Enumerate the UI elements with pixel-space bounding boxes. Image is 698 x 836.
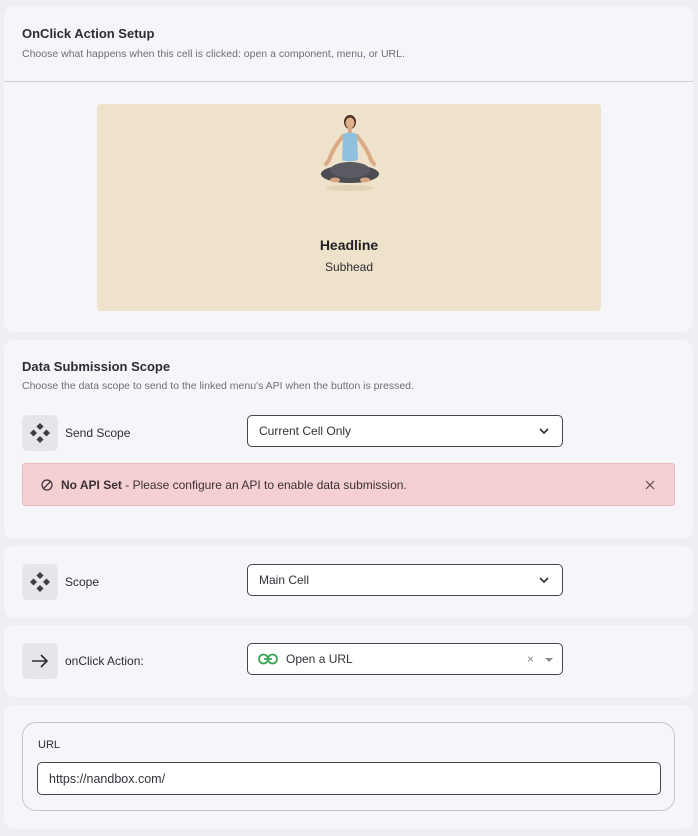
chevron-down-icon	[539, 428, 549, 435]
preview-headline: Headline	[319, 237, 379, 253]
url-field-group: URL	[22, 722, 675, 811]
data-submission-title: Data Submission Scope	[22, 359, 171, 374]
alert-text: No API Set - Please configure an API to …	[61, 478, 407, 492]
preview-subhead: Subhead	[324, 260, 374, 274]
yoga-woman-image	[321, 115, 379, 191]
url-input[interactable]	[37, 762, 661, 795]
scope-value: Main Cell	[259, 573, 310, 587]
clear-selection-icon[interactable]: ×	[527, 652, 534, 666]
chevron-down-icon	[539, 577, 549, 584]
data-submission-card: Data Submission Scope Choose the data sc…	[4, 340, 693, 539]
scope-select[interactable]: Main Cell	[247, 564, 563, 596]
url-card: URL	[4, 705, 693, 829]
close-icon[interactable]	[644, 479, 656, 491]
ban-icon	[41, 479, 53, 491]
arrow-right-icon	[22, 643, 58, 679]
url-label: URL	[38, 739, 61, 751]
alert-message: - Please configure an API to enable data…	[121, 478, 407, 492]
divider	[4, 81, 693, 82]
send-scope-select[interactable]: Current Cell Only	[247, 415, 563, 447]
onclick-action-card: onClick Action: Open a URL ×	[4, 625, 693, 697]
link-icon	[258, 653, 278, 665]
diamond-nodes-icon	[22, 564, 58, 600]
onclick-setup-card: OnClick Action Setup Choose what happens…	[4, 6, 693, 332]
data-submission-description: Choose the data scope to send to the lin…	[22, 380, 414, 392]
setup-description: Choose what happens when this cell is cl…	[22, 48, 405, 60]
onclick-action-label: onClick Action:	[65, 654, 144, 668]
alert-title: No API Set	[61, 478, 122, 492]
send-scope-value: Current Cell Only	[259, 424, 352, 438]
no-api-alert: No API Set - Please configure an API to …	[22, 463, 675, 506]
caret-down-icon[interactable]	[545, 658, 553, 662]
scope-card: Scope Main Cell	[4, 546, 693, 618]
setup-title: OnClick Action Setup	[22, 26, 155, 41]
onclick-action-value: Open a URL	[286, 652, 353, 666]
cell-preview[interactable]: Headline Subhead	[97, 104, 601, 311]
diamond-nodes-icon	[22, 415, 58, 451]
send-scope-label: Send Scope	[65, 426, 131, 440]
scope-label: Scope	[65, 575, 100, 589]
onclick-action-select[interactable]: Open a URL ×	[247, 643, 563, 675]
